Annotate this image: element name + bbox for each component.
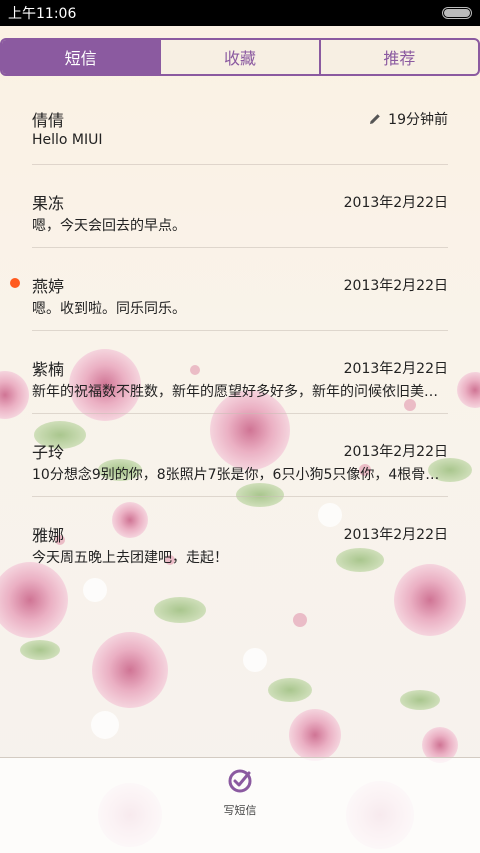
message-preview: 今天周五晚上去团建吧，走起！ <box>32 550 228 566</box>
message-time: 2013年2月22日 <box>343 444 448 460</box>
unread-indicator <box>10 278 20 288</box>
compose-button[interactable]: 写短信 <box>205 768 275 838</box>
message-item-guodong[interactable]: 果冻 2013年2月22日 嗯，今天会回去的早点。 <box>32 165 448 248</box>
battery-icon <box>442 7 472 19</box>
message-list: 倩倩 19分钟前 Hello MIUI 果冻 2013年2月22日 嗯，今天会回… <box>0 82 480 580</box>
message-preview: 新年的祝福数不胜数，新年的愿望好多好多，新年的问候依旧美好… <box>32 384 448 400</box>
tab-recommended[interactable]: 推荐 <box>318 40 478 74</box>
contact-name: 紫楠 <box>32 360 65 379</box>
message-preview: 嗯。收到啦。同乐同乐。 <box>32 301 186 317</box>
contact-name: 果冻 <box>32 194 65 213</box>
tab-favorites[interactable]: 收藏 <box>159 40 318 74</box>
bottom-bar: 写短信 <box>0 757 480 853</box>
message-item-zinan[interactable]: 紫楠 2013年2月22日 新年的祝福数不胜数，新年的愿望好多好多，新年的问候依… <box>32 331 448 414</box>
message-item-yana[interactable]: 雅娜 2013年2月22日 今天周五晚上去团建吧，走起！ <box>32 497 448 580</box>
message-preview: 10分想念9别的你，8张照片7张是你，6只小狗5只像你，4根骨头… <box>32 467 448 483</box>
status-bar: 上午11:06 <box>0 0 480 26</box>
message-time-text: 19分钟前 <box>388 112 448 128</box>
tab-messages[interactable]: 短信 <box>2 40 160 74</box>
tab-bar: 短信 收藏 推荐 <box>0 38 480 76</box>
message-time: 19分钟前 <box>368 109 448 129</box>
message-time: 2013年2月22日 <box>343 195 448 211</box>
contact-name: 倩倩 <box>32 111 65 130</box>
message-preview: Hello MIUI <box>32 132 103 148</box>
message-item-yanting[interactable]: 燕婷 2013年2月22日 嗯。收到啦。同乐同乐。 <box>10 248 448 331</box>
compose-label: 写短信 <box>223 804 257 817</box>
contact-name: 子玲 <box>32 443 65 462</box>
message-item-ziling[interactable]: 子玲 2013年2月22日 10分想念9别的你，8张照片7张是你，6只小狗5只像… <box>32 414 448 497</box>
pencil-icon <box>370 114 380 124</box>
message-preview: 嗯，今天会回去的早点。 <box>32 218 186 234</box>
message-item-qianqian[interactable]: 倩倩 19分钟前 Hello MIUI <box>32 82 448 165</box>
message-time: 2013年2月22日 <box>343 361 448 377</box>
compose-icon <box>228 769 252 793</box>
contact-name: 雅娜 <box>32 526 65 545</box>
contact-name: 燕婷 <box>32 277 65 296</box>
status-time: 上午11:06 <box>8 6 77 22</box>
message-time: 2013年2月22日 <box>343 278 448 294</box>
message-time: 2013年2月22日 <box>343 527 448 543</box>
